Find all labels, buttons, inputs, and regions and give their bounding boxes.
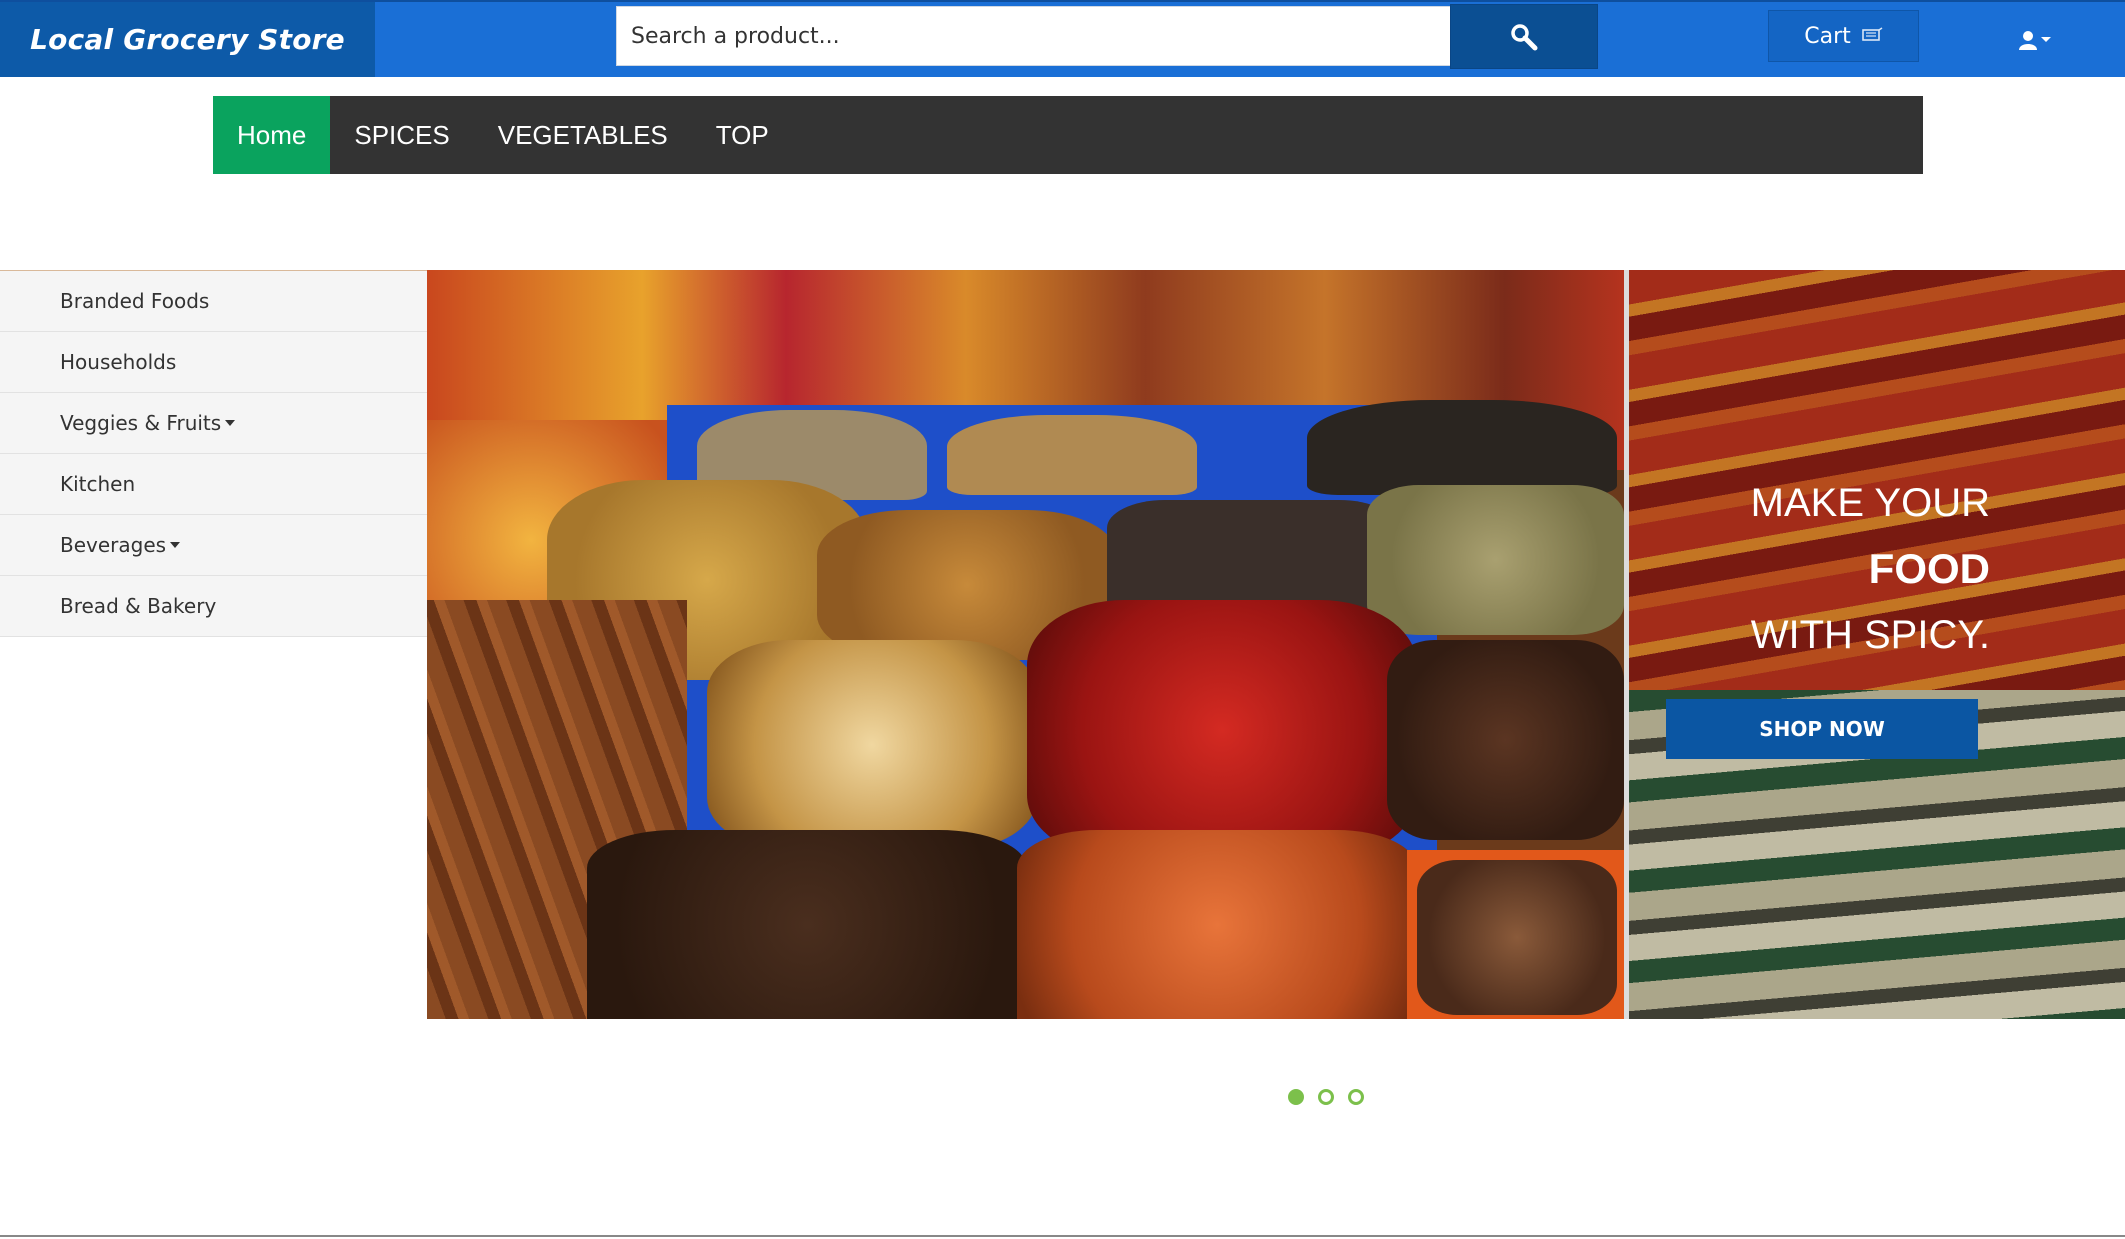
caret-down-icon [170, 542, 181, 548]
sidebar-item-bread-bakery[interactable]: Bread & Bakery [0, 576, 427, 637]
carousel-indicators [1288, 1089, 1364, 1105]
category-sidebar: Branded Foods Households Veggies & Fruit… [0, 270, 427, 637]
sidebar-item-label: Veggies & Fruits [60, 411, 222, 435]
nav-home[interactable]: Home [213, 96, 331, 174]
sidebar-item-label: Beverages [60, 533, 167, 557]
sidebar-item-households[interactable]: Households [0, 332, 427, 393]
promo-line-1: MAKE YOUR [1750, 481, 1990, 525]
page-divider [0, 1235, 2125, 1237]
sidebar-item-beverages[interactable]: Beverages [0, 515, 427, 576]
cart-icon [1861, 27, 1883, 41]
nav-vegetables[interactable]: VEGETABLES [474, 96, 692, 174]
promo-headline: MAKE YOUR FOOD WITH SPICY. [1660, 470, 1990, 668]
search-input[interactable] [616, 6, 1451, 66]
sidebar-item-label: Kitchen [60, 472, 136, 496]
top-header: Local Grocery Store Cart [0, 0, 2125, 77]
main-nav: Home SPICES VEGETABLES TOP [213, 96, 1923, 174]
brand-logo[interactable]: Local Grocery Store [0, 2, 375, 77]
promo-line-2: FOOD [1868, 545, 1990, 592]
carousel-dot-1[interactable] [1288, 1089, 1304, 1105]
nav-top[interactable]: TOP [692, 96, 793, 174]
search-button[interactable] [1450, 4, 1598, 69]
hero-spices-image [427, 270, 1624, 1019]
caret-down-icon [225, 420, 236, 426]
chevron-down-icon [2041, 37, 2051, 42]
brand-name: Local Grocery Store [30, 23, 345, 56]
nav-spices[interactable]: SPICES [330, 96, 473, 174]
sidebar-item-label: Branded Foods [60, 289, 210, 313]
user-icon [2019, 31, 2037, 50]
sidebar-item-label: Households [60, 350, 177, 374]
user-menu-button[interactable] [2010, 22, 2060, 58]
promo-line-3: WITH SPICY. [1750, 613, 1990, 657]
sidebar-item-kitchen[interactable]: Kitchen [0, 454, 427, 515]
cart-label: Cart [1804, 23, 1851, 49]
cart-button[interactable]: Cart [1768, 10, 1919, 62]
carousel-dot-3[interactable] [1348, 1089, 1364, 1105]
sidebar-item-label: Bread & Bakery [60, 594, 217, 618]
carousel-dot-2[interactable] [1318, 1089, 1334, 1105]
shop-now-button[interactable]: SHOP NOW [1666, 699, 1978, 759]
search-icon [1511, 23, 1538, 50]
sidebar-item-branded-foods[interactable]: Branded Foods [0, 271, 427, 332]
sidebar-item-veggies-fruits[interactable]: Veggies & Fruits [0, 393, 427, 454]
